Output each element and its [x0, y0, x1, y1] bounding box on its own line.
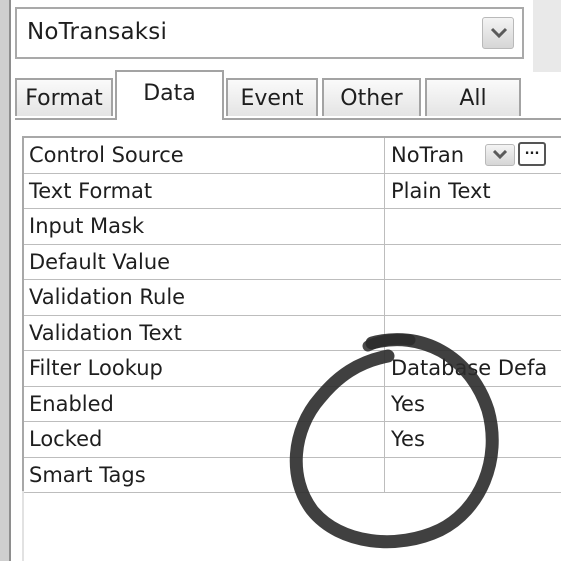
property-value-text-format[interactable]: Plain Text: [391, 179, 491, 203]
tab-all[interactable]: All: [425, 78, 521, 116]
property-label: Filter Lookup: [29, 356, 163, 380]
property-label: Validation Rule: [29, 285, 186, 309]
tab-data-label: Data: [143, 81, 196, 106]
tab-format-label: Format: [25, 86, 103, 111]
column-divider: [384, 138, 385, 173]
tab-event[interactable]: Event: [226, 78, 318, 116]
property-label: Default Value: [29, 249, 171, 274]
chevron-down-icon: [490, 27, 508, 39]
object-selector[interactable]: NoTransaksi: [15, 7, 524, 59]
property-row-validation-rule[interactable]: Validation Rule: [24, 280, 561, 316]
property-row-control-source[interactable]: Control Source NoTran ...: [24, 138, 561, 174]
column-divider: [384, 351, 385, 386]
property-label: Input Mask: [29, 214, 145, 238]
property-label: Enabled: [29, 391, 114, 416]
property-label: Locked: [29, 427, 103, 451]
tab-format[interactable]: Format: [15, 78, 113, 116]
tab-other[interactable]: Other: [322, 78, 421, 116]
column-divider: [384, 244, 385, 279]
property-label: Text Format: [29, 178, 153, 203]
left-panel-edge: [0, 0, 9, 561]
property-value-enabled[interactable]: Yes: [391, 392, 425, 416]
builder-button[interactable]: ...: [518, 142, 546, 166]
column-divider: [384, 209, 385, 244]
column-divider: [384, 457, 385, 492]
column-divider: [384, 173, 385, 208]
property-row-validation-text[interactable]: Validation Text: [24, 315, 561, 351]
property-label: Validation Text: [29, 320, 182, 345]
property-row-locked[interactable]: Locked Yes: [24, 422, 561, 458]
property-sheet: NoTransaksi Format Data Event Other All …: [0, 0, 561, 561]
property-value-filter-lookup[interactable]: Database Defa: [391, 356, 547, 380]
object-selector-dropdown-button[interactable]: [482, 17, 514, 49]
property-value-control-source[interactable]: NoTran: [391, 143, 464, 167]
tab-other-label: Other: [340, 86, 403, 111]
tab-all-label: All: [459, 86, 487, 111]
property-row-input-mask[interactable]: Input Mask: [24, 209, 561, 245]
property-row-default-value[interactable]: Default Value: [24, 244, 561, 280]
column-divider: [384, 315, 385, 350]
property-label: Smart Tags: [29, 462, 146, 487]
column-divider: [384, 280, 385, 315]
chevron-down-icon: [492, 150, 508, 160]
property-row-smart-tags[interactable]: Smart Tags: [24, 457, 561, 493]
tab-event-label: Event: [240, 86, 304, 111]
property-value-locked[interactable]: Yes: [391, 427, 425, 451]
grid-bottom-edge: [22, 491, 24, 561]
property-grid: Control Source NoTran ... Text Format Pl…: [22, 136, 561, 493]
property-label: Control Source: [29, 143, 184, 167]
column-divider: [384, 386, 385, 421]
left-panel-border: [9, 0, 11, 561]
control-source-dropdown-button[interactable]: [485, 144, 515, 166]
property-row-text-format[interactable]: Text Format Plain Text: [24, 173, 561, 209]
column-divider: [384, 422, 385, 457]
right-panel-edge: [533, 0, 561, 72]
object-selector-value: NoTransaksi: [27, 19, 168, 45]
tab-data[interactable]: Data: [115, 70, 224, 120]
tab-strip-divider: [15, 118, 561, 120]
property-row-enabled[interactable]: Enabled Yes: [24, 386, 561, 422]
property-row-filter-lookup[interactable]: Filter Lookup Database Defa: [24, 351, 561, 387]
